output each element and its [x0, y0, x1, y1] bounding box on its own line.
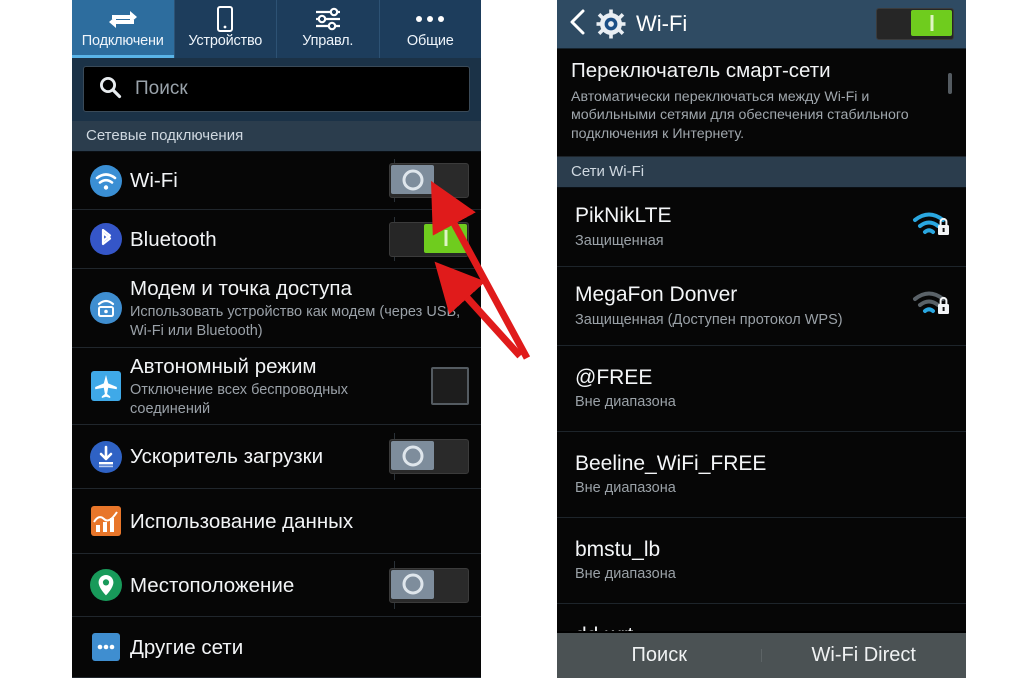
wifi-signal-locked-icon — [902, 287, 952, 324]
list-item-wifi-label: Wi-Fi — [130, 169, 178, 192]
more-dots-icon — [413, 6, 447, 32]
tab-connections[interactable]: Подключени — [72, 0, 175, 58]
other-networks-icon — [84, 632, 128, 662]
network-status: Вне диапазона — [575, 566, 676, 583]
wifi-icon — [84, 164, 128, 198]
wifi-toggle[interactable] — [389, 163, 469, 198]
sliders-controls-icon — [314, 6, 342, 32]
wifi-screen-header: Wi-Fi — [557, 0, 966, 49]
list-item-other-networks[interactable]: Другие сети — [72, 617, 481, 678]
list-item-bluetooth-label: Bluetooth — [130, 227, 217, 251]
list-item-network[interactable]: Beeline_WiFi_FREE Вне диапазона — [557, 432, 966, 519]
list-item-download-booster-label: Ускоритель загрузки — [130, 445, 324, 468]
wifi-screen-title: Wi-Fi — [636, 11, 688, 36]
screenshot-root: Подключени Устройство Управл. Общие Поис… — [0, 0, 1036, 678]
list-item-other-networks-label: Другие сети — [130, 635, 244, 659]
list-item-wifi[interactable]: Wi-Fi — [72, 152, 481, 210]
list-item-data-usage-label: Использование данных — [130, 509, 354, 533]
network-name: @FREE — [575, 365, 653, 389]
network-status: Защищенная — [575, 232, 664, 249]
list-item-tethering-label: Модем и точка доступа — [130, 277, 352, 301]
connections-arrows-icon — [108, 6, 138, 32]
list-item-tethering-sub: Использовать устройство как модем (через… — [130, 304, 461, 339]
search-bar-container: Поиск — [72, 58, 481, 121]
list-item-network[interactable]: @FREE Вне диапазона — [557, 346, 966, 433]
download-booster-icon — [84, 440, 128, 474]
download-booster-toggle[interactable] — [389, 439, 469, 474]
settings-gear-icon — [596, 9, 626, 39]
network-name: Beeline_WiFi_FREE — [575, 451, 767, 475]
list-item-network[interactable]: bmstu_lb Вне диапазона — [557, 518, 966, 605]
list-item-airplane-mode-label: Автономный режим — [130, 355, 317, 379]
tab-device-label: Устройство — [188, 33, 263, 49]
network-name: MegaFon Donver — [575, 283, 738, 307]
scan-button[interactable]: Поиск — [557, 644, 762, 667]
smart-network-switch-title: Переключатель смарт-сети — [571, 59, 831, 82]
list-item-airplane-mode-sub: Отключение всех беспроводных соединений — [130, 382, 348, 417]
wifi-direct-button[interactable]: Wi-Fi Direct — [762, 644, 967, 667]
airplane-mode-checkbox[interactable] — [431, 367, 469, 405]
list-item-location[interactable]: Местоположение — [72, 554, 481, 617]
network-status: Вне диапазона — [575, 480, 676, 497]
bluetooth-icon — [84, 222, 128, 256]
list-item-tethering[interactable]: Модем и точка доступа Использовать устро… — [72, 269, 481, 348]
tab-device[interactable]: Устройство — [174, 0, 277, 58]
section-header-network-connections: Сетевые подключения — [72, 121, 481, 152]
location-toggle[interactable] — [389, 567, 469, 603]
tab-controls-label: Управл. — [302, 33, 354, 49]
settings-tab-bar: Подключени Устройство Управл. Общие — [72, 0, 481, 58]
data-usage-icon — [84, 505, 128, 537]
settings-panel-left: Подключени Устройство Управл. Общие Поис… — [72, 0, 481, 678]
search-placeholder: Поиск — [135, 78, 188, 99]
bluetooth-toggle[interactable] — [389, 221, 469, 257]
phone-device-icon — [215, 6, 235, 32]
network-status: Вне диапазона — [575, 394, 676, 411]
airplane-mode-icon — [84, 370, 128, 402]
list-item-airplane-mode[interactable]: Автономный режим Отключение всех беспров… — [72, 348, 481, 425]
location-pin-icon — [84, 568, 128, 602]
list-item-network[interactable]: MegaFon Donver Защищенная (Доступен прот… — [557, 267, 966, 347]
tab-general-label: Общие — [406, 33, 454, 49]
smart-network-switch-description: Автоматически переключаться между Wi-Fi … — [571, 88, 909, 143]
list-item-location-label: Местоположение — [130, 573, 295, 597]
back-chevron-icon[interactable] — [569, 9, 587, 40]
network-name: bmstu_lb — [575, 537, 661, 561]
wifi-panel-right: Wi-Fi Переключатель смарт-сети Автоматич… — [557, 0, 966, 678]
wifi-signal-locked-icon — [902, 208, 952, 245]
network-name: PikNikLTE — [575, 204, 672, 228]
smart-network-switch-checkbox[interactable] — [948, 73, 952, 94]
wifi-master-toggle[interactable] — [876, 8, 954, 40]
search-icon — [98, 75, 122, 104]
tab-connections-label: Подключени — [81, 33, 164, 49]
list-item-bluetooth[interactable]: Bluetooth — [72, 210, 481, 269]
wifi-bottom-action-bar: Поиск Wi-Fi Direct — [557, 631, 966, 678]
tethering-hotspot-icon — [84, 291, 128, 325]
section-header-wifi-networks: Сети Wi-Fi — [557, 157, 966, 189]
list-item-download-booster[interactable]: Ускоритель загрузки — [72, 425, 481, 489]
tab-controls[interactable]: Управл. — [277, 0, 380, 58]
search-input[interactable]: Поиск — [83, 66, 470, 112]
smart-network-switch-row[interactable]: Переключатель смарт-сети Автоматически п… — [557, 49, 966, 158]
list-item-data-usage[interactable]: Использование данных — [72, 489, 481, 554]
network-status: Защищенная (Доступен протокол WPS) — [575, 311, 843, 328]
list-item-network[interactable]: PikNikLTE Защищенная — [557, 188, 966, 268]
tab-general[interactable]: Общие — [379, 0, 481, 58]
